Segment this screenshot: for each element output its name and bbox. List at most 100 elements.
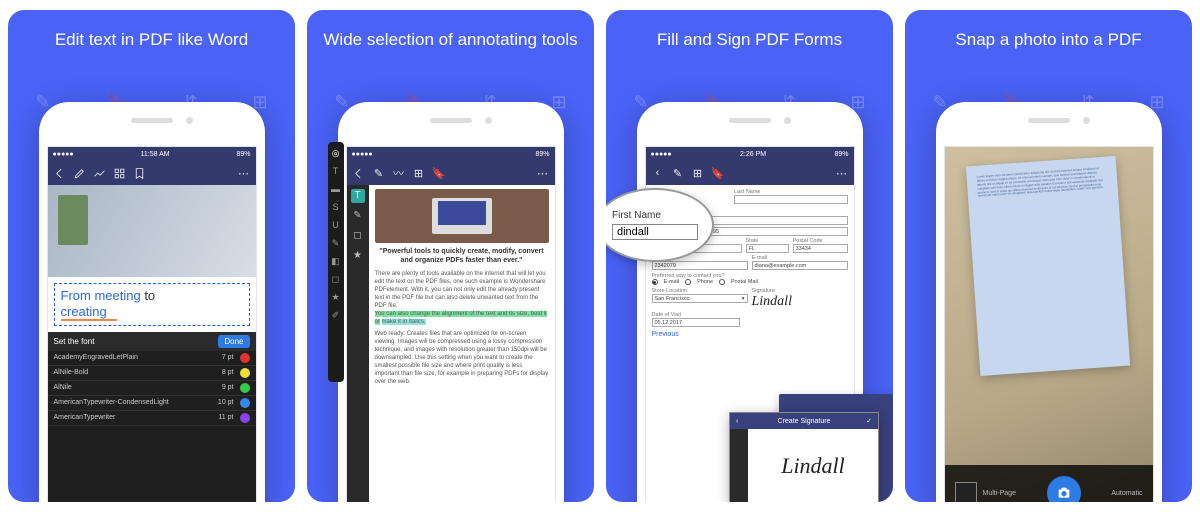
document-body[interactable]: T ✎ ◻ ★ "Powerful tools to quickly creat… <box>347 185 555 502</box>
carrier: ●●●●● <box>53 151 74 158</box>
annotate-icon[interactable]: 〰 <box>392 166 406 180</box>
bookmark-icon[interactable]: 🔖 <box>432 166 446 180</box>
signature-canvas[interactable]: Lindall <box>748 429 878 502</box>
contact-pref-radios[interactable]: E-mail Phone Postal Mail <box>652 279 848 285</box>
edit-icon[interactable] <box>73 166 87 180</box>
status-bar: ●●●●● 11:58 AM 89% <box>48 147 256 161</box>
camera-bottom-bar: Multi-Page Automatic <box>945 465 1153 502</box>
panel-snap-photo: Snap a photo into a PDF ✎🔖⇵⊞ Lorem ipsum… <box>905 10 1192 502</box>
phone-mockup: ◎ T ▬ S U ✎ ◧ ◻ ★ ✐ ●●●●●89% ✎ 〰 ⊞ 🔖 <box>338 102 564 502</box>
color-swatch[interactable] <box>240 383 250 393</box>
highlight-tool-icon[interactable]: T <box>351 189 365 203</box>
section-previous: Previous <box>652 331 848 338</box>
tool-eraser-icon[interactable]: ◧ <box>331 256 341 266</box>
battery: 89% <box>236 151 250 158</box>
font-picker-panel: Set the font Done AcademyEngravedLetPlai… <box>48 332 256 503</box>
app-screen: ●●●●● 11:58 AM 89% ⋯ From meeting to cr <box>47 146 257 502</box>
panel-title: Edit text in PDF like Word <box>8 10 295 50</box>
radio-email[interactable] <box>652 279 658 285</box>
phone-input[interactable]: 2342079 <box>652 261 748 270</box>
more-icon[interactable]: ⋯ <box>536 166 550 180</box>
state-input[interactable]: FL <box>746 244 789 253</box>
panel-annotate: Wide selection of annotating tools ✎🔖⇵⊞ … <box>307 10 594 502</box>
magnifier-label: First Name <box>612 210 698 221</box>
camera-viewfinder[interactable]: Lorem ipsum dolor sit amet, consectetur … <box>945 147 1153 502</box>
done-button[interactable]: Done <box>218 335 249 348</box>
tool-pen-icon[interactable]: ✎ <box>331 238 341 248</box>
status-bar: ●●●●●2:26 PM89% <box>646 147 854 161</box>
camera-icon <box>1056 485 1072 501</box>
font-row[interactable]: AcademyEngravedLetPlain7 pt <box>48 351 256 366</box>
more-icon[interactable]: ⋯ <box>237 166 251 180</box>
note-tool-icon[interactable]: ✎ <box>351 209 365 223</box>
font-row[interactable]: AmericanTypewriter-CondensedLight10 pt <box>48 396 256 411</box>
tool-shape-icon[interactable]: ◻ <box>331 274 341 284</box>
panel-edit-text: Edit text in PDF like Word ✎🔖⇵⊞ ●●●●● 11… <box>8 10 295 502</box>
editable-text-box[interactable]: From meeting to creating <box>54 283 250 326</box>
edit-icon[interactable]: ✎ <box>671 166 685 180</box>
radio-phone[interactable] <box>685 279 691 285</box>
shutter-button[interactable] <box>1047 476 1081 502</box>
article-quote: "Powerful tools to quickly create, modif… <box>375 247 549 266</box>
signature-field[interactable]: Lindall <box>752 294 848 310</box>
edit-icon[interactable]: ✎ <box>372 166 386 180</box>
tool-stamp-icon[interactable]: ★ <box>331 292 341 302</box>
phone-mockup: ●●●●● 11:58 AM 89% ⋯ From meeting to cr <box>39 102 265 502</box>
tool-strike-icon[interactable]: S <box>331 202 341 212</box>
annotation-sidebar: T ✎ ◻ ★ <box>347 185 369 502</box>
camera-screen: Lorem ipsum dolor sit amet, consectetur … <box>944 146 1154 502</box>
color-swatch[interactable] <box>240 398 250 408</box>
paragraph: There are plenty of tools available on t… <box>375 270 549 310</box>
email-input[interactable]: diana@example.com <box>752 261 848 270</box>
back-icon[interactable]: ‹ <box>651 166 665 180</box>
text-part-3: creating <box>61 304 107 319</box>
radio-postal[interactable] <box>719 279 725 285</box>
color-swatch[interactable] <box>240 413 250 423</box>
floating-toolbar: ◎ T ▬ S U ✎ ◧ ◻ ★ ✐ <box>328 142 344 382</box>
shape-tool-icon[interactable]: ◻ <box>351 229 365 243</box>
mode-multipage[interactable]: Multi-Page <box>983 490 1016 497</box>
last-capture-thumb[interactable] <box>955 482 977 502</box>
font-row[interactable]: AlNile-Bold8 pt <box>48 366 256 381</box>
panel-fill-sign: Fill and Sign PDF Forms ✎🔖⇵⊞ ●●●●●2:26 P… <box>606 10 893 502</box>
highlighted-text[interactable]: make it in italics. <box>382 319 426 325</box>
mode-automatic[interactable]: Automatic <box>1111 490 1142 497</box>
create-signature-dialog: Create Signature Lindall <box>729 412 879 502</box>
tool-target-icon[interactable]: ◎ <box>331 148 341 158</box>
bookmark-icon[interactable]: 🔖 <box>711 166 725 180</box>
status-bar: ●●●●●89% <box>347 147 555 161</box>
paper-document: Lorem ipsum dolor sit amet, consectetur … <box>965 156 1129 376</box>
color-swatch[interactable] <box>240 353 250 363</box>
phone-mockup: Lorem ipsum dolor sit amet, consectetur … <box>936 102 1162 502</box>
postal-input[interactable]: 33434 <box>793 244 848 253</box>
magnifier-input[interactable]: dindall <box>612 224 698 240</box>
text-part-1: From meeting <box>61 288 141 303</box>
app-toolbar: ✎ 〰 ⊞ 🔖 ⋯ <box>347 161 555 185</box>
tool-highlight-icon[interactable]: ▬ <box>331 184 341 194</box>
color-swatch[interactable] <box>240 368 250 378</box>
bookmark-icon[interactable] <box>133 166 147 180</box>
back-icon[interactable] <box>352 166 366 180</box>
font-row[interactable]: AlNile9 pt <box>48 381 256 396</box>
grid-icon[interactable]: ⊞ <box>691 166 705 180</box>
font-row[interactable]: AmericanTypewriter11 pt <box>48 411 256 426</box>
stamp-tool-icon[interactable]: ★ <box>351 249 365 263</box>
date-input[interactable]: 05.12.2017 <box>652 318 740 327</box>
grid-icon[interactable] <box>113 166 127 180</box>
panel-title: Snap a photo into a PDF <box>905 10 1192 50</box>
back-icon[interactable] <box>53 166 67 180</box>
tool-underline-icon[interactable]: U <box>331 220 341 230</box>
more-icon[interactable]: ⋯ <box>835 166 849 180</box>
dialog-header[interactable]: Create Signature <box>730 413 878 429</box>
text-part-2: to <box>141 288 155 303</box>
grid-icon[interactable]: ⊞ <box>412 166 426 180</box>
tool-text-icon[interactable]: T <box>331 166 341 176</box>
chevron-down-icon: ▾ <box>742 296 745 302</box>
dialog-sidebar <box>730 429 748 502</box>
tool-brush-icon[interactable]: ✐ <box>331 310 341 320</box>
store-select[interactable]: San Francisco▾ <box>652 294 748 303</box>
annotate-icon[interactable] <box>93 166 107 180</box>
app-screen: ●●●●●89% ✎ 〰 ⊞ 🔖 ⋯ T ✎ ◻ ★ <box>346 146 556 502</box>
last-name-input[interactable] <box>734 195 848 204</box>
document-image <box>48 185 256 277</box>
